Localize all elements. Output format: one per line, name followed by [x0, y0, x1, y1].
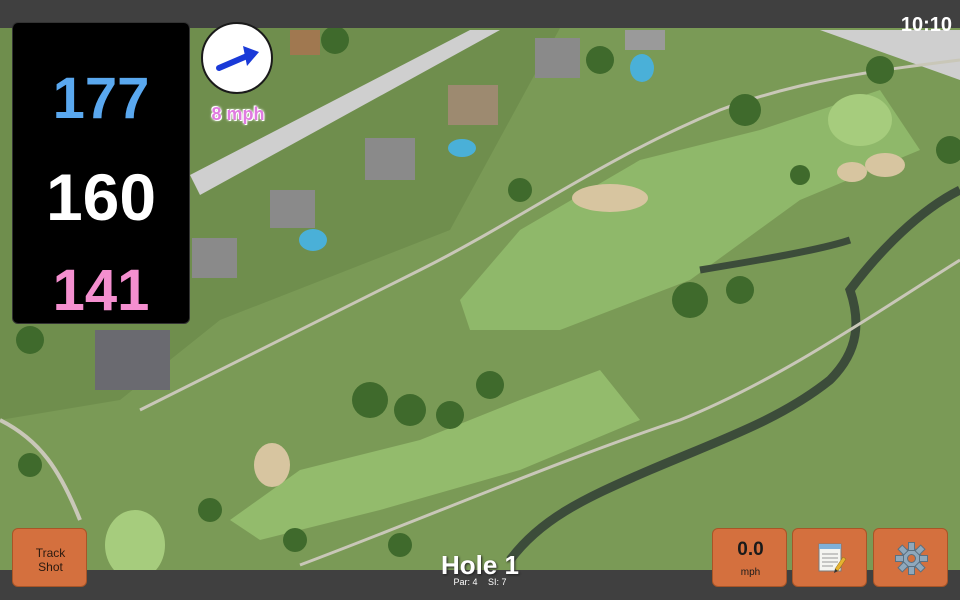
track-shot-label-line2: Shot: [38, 560, 63, 574]
distance-middle: 160: [45, 160, 157, 234]
house: [95, 330, 170, 390]
wind-speed: 8 mph: [211, 104, 265, 124]
house: [448, 85, 498, 125]
pool: [448, 139, 476, 157]
house: [625, 30, 665, 50]
distance-panel: 177 160 141: [12, 22, 190, 324]
green: [828, 94, 892, 146]
pool: [630, 54, 654, 82]
house: [365, 138, 415, 180]
house: [290, 30, 320, 55]
arrow-icon: [216, 46, 259, 71]
notes-button[interactable]: [792, 528, 867, 587]
pool: [299, 229, 327, 251]
notepad-icon: [818, 543, 847, 573]
house: [192, 238, 237, 278]
bunker: [865, 153, 905, 177]
clock: 10:10: [900, 14, 952, 36]
hole-par: Par: 4: [453, 577, 478, 587]
track-shot-button[interactable]: Track Shot: [12, 528, 87, 587]
wind-indicator: [201, 22, 273, 94]
bunker: [254, 443, 290, 487]
bunker: [572, 184, 648, 212]
house: [270, 190, 315, 228]
gear-icon: [895, 542, 928, 575]
hole-info: Par: 4 SI: 7: [380, 577, 580, 587]
speed-value: 0.0: [737, 539, 764, 560]
distance-back: 177: [52, 66, 150, 131]
settings-button[interactable]: [873, 528, 948, 587]
hole-si: SI: 7: [488, 577, 507, 587]
track-shot-label-line1: Track: [35, 546, 66, 560]
distance-front: 141: [52, 258, 150, 323]
speed-unit: mph: [740, 567, 761, 578]
bunker: [837, 162, 867, 182]
house: [535, 38, 580, 78]
speed-button[interactable]: 0.0 mph: [712, 528, 787, 587]
